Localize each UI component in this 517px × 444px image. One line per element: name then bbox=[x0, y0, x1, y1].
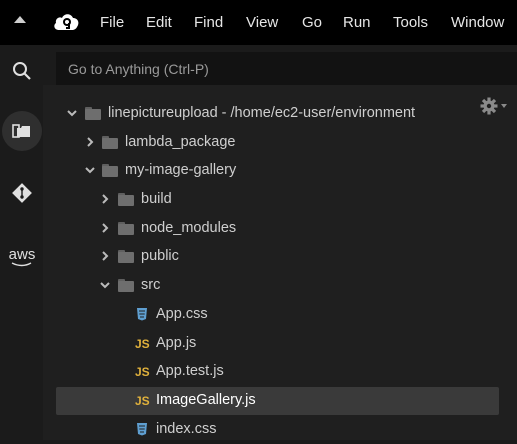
tree-item-label: src bbox=[141, 277, 161, 293]
folder-icon bbox=[118, 250, 134, 263]
chevron-right-icon[interactable] bbox=[100, 194, 110, 204]
folder-icon bbox=[118, 193, 134, 206]
chevron-right-icon[interactable] bbox=[100, 223, 110, 233]
tree-item-public[interactable]: public bbox=[56, 243, 499, 271]
go-to-anything-input[interactable] bbox=[56, 52, 508, 85]
tree-item-build[interactable]: build bbox=[56, 186, 499, 214]
css-file-icon bbox=[137, 423, 147, 436]
tree-item-label: App.css bbox=[156, 306, 208, 322]
tree-root-row[interactable]: linepictureupload - /home/ec2-user/envir… bbox=[56, 100, 499, 128]
tree-item-my-image-gallery[interactable]: my-image-gallery bbox=[56, 157, 499, 185]
files-icon bbox=[12, 124, 30, 138]
js-file-icon: JS bbox=[135, 365, 150, 379]
chevron-right-icon[interactable] bbox=[85, 137, 95, 147]
aws-smile-icon bbox=[11, 262, 32, 267]
tree-item-label: lambda_package bbox=[125, 134, 236, 150]
folder-icon bbox=[118, 222, 134, 235]
tree-item-label: App.test.js bbox=[156, 363, 224, 379]
search-rail-button[interactable] bbox=[2, 51, 42, 91]
menu-view[interactable]: View bbox=[246, 14, 278, 31]
collapse-menu-icon[interactable] bbox=[14, 16, 26, 23]
chevron-down-icon[interactable] bbox=[85, 165, 95, 175]
menu-window[interactable]: Window bbox=[451, 14, 504, 31]
js-file-icon: JS bbox=[135, 394, 150, 408]
folder-icon bbox=[85, 107, 101, 120]
tree-item-app-js[interactable]: JS App.js bbox=[56, 330, 499, 358]
tree-item-label: index.css bbox=[156, 421, 217, 437]
tree-item-label: ImageGallery.js bbox=[156, 392, 256, 408]
menu-run[interactable]: Run bbox=[343, 14, 371, 31]
environment-rail-button[interactable] bbox=[2, 111, 42, 151]
source-control-rail-button[interactable] bbox=[2, 173, 42, 213]
tree-item-label: public bbox=[141, 248, 179, 264]
menu-file[interactable]: File bbox=[100, 14, 124, 31]
menu-tools[interactable]: Tools bbox=[393, 14, 428, 31]
menu-find[interactable]: Find bbox=[194, 14, 223, 31]
tree-item-lambda-package[interactable]: lambda_package bbox=[56, 129, 499, 157]
chevron-down-icon[interactable] bbox=[100, 280, 110, 290]
tree-item-label: my-image-gallery bbox=[125, 162, 237, 178]
menu-bar: File Edit Find View Go Run Tools Window bbox=[0, 0, 517, 45]
tree-item-app-css[interactable]: App.css bbox=[56, 301, 499, 329]
cloud9-logo-icon[interactable] bbox=[52, 10, 80, 34]
chevron-down-icon[interactable] bbox=[67, 108, 77, 118]
tree-root-path: - /home/ec2-user/environment bbox=[217, 105, 416, 121]
tree-item-node-modules[interactable]: node_modules bbox=[56, 215, 499, 243]
tree-item-app-test-js[interactable]: JS App.test.js bbox=[56, 358, 499, 386]
folder-icon bbox=[118, 279, 134, 292]
left-rail: aws bbox=[0, 45, 43, 440]
aws-rail-button[interactable]: aws bbox=[2, 237, 42, 277]
tree-item-src[interactable]: src bbox=[56, 272, 499, 300]
tree-item-image-gallery-js[interactable]: JS ImageGallery.js bbox=[56, 387, 499, 415]
folder-icon bbox=[102, 164, 118, 177]
tree-item-label: build bbox=[141, 191, 172, 207]
folder-icon bbox=[102, 136, 118, 149]
aws-label: aws bbox=[8, 245, 36, 263]
css-file-icon bbox=[137, 308, 147, 321]
tree-root-label: linepictureupload - /home/ec2-user/envir… bbox=[108, 105, 415, 121]
js-file-icon: JS bbox=[135, 337, 150, 351]
git-icon bbox=[12, 183, 32, 203]
go-to-anything-bar bbox=[56, 52, 517, 85]
menu-edit[interactable]: Edit bbox=[146, 14, 172, 31]
tree-item-label: node_modules bbox=[141, 220, 237, 236]
tree-root-name: linepictureupload bbox=[108, 105, 218, 121]
chevron-right-icon[interactable] bbox=[100, 251, 110, 261]
search-icon bbox=[13, 62, 31, 80]
tree-item-label: App.js bbox=[156, 335, 197, 351]
menu-go[interactable]: Go bbox=[302, 14, 322, 31]
